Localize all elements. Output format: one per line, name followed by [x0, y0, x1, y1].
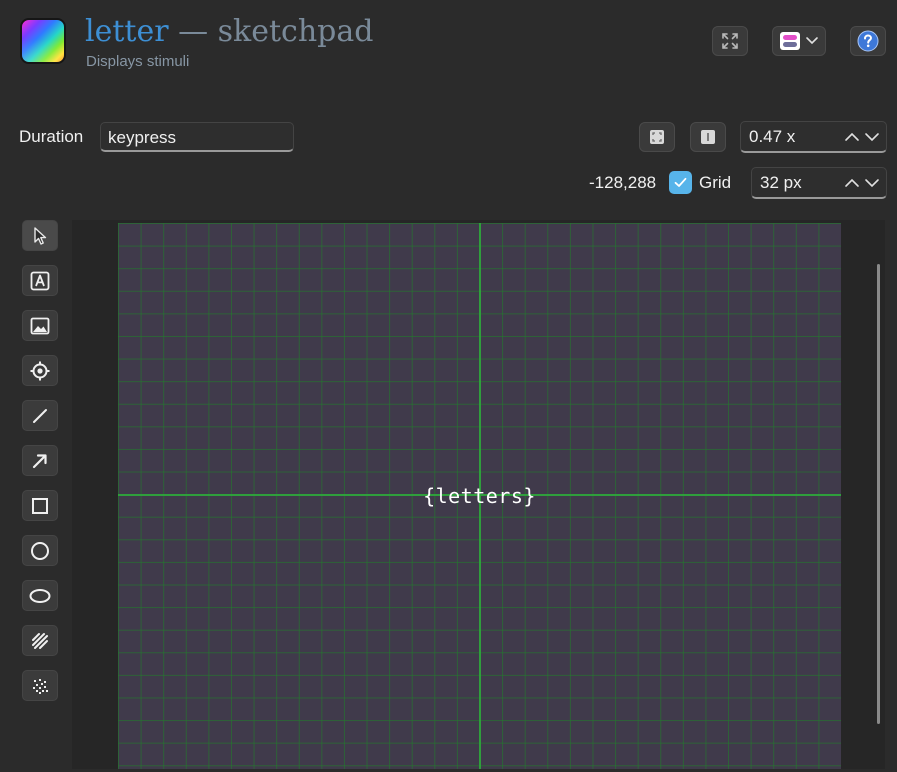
fixation-dot-tool[interactable] — [22, 355, 58, 386]
arrow-icon — [32, 453, 47, 468]
one-to-one-icon — [701, 130, 715, 144]
grid-checkbox[interactable] — [669, 171, 692, 194]
duration-label: Duration — [19, 127, 84, 146]
chevron-up-icon[interactable] — [844, 177, 860, 189]
line-icon — [33, 408, 47, 423]
cursor-coordinates: -128,288 — [589, 173, 657, 192]
checkmark-icon — [674, 177, 687, 187]
text-a-icon — [30, 271, 50, 290]
title-separator: — — [178, 14, 209, 49]
view-toggle-icon — [780, 32, 800, 50]
fit-view-icon — [650, 130, 664, 144]
grid-size-spinbox[interactable]: 32 px — [751, 167, 887, 199]
sketchpad-window: letter — sketchpad Displays stimuli Dura… — [0, 0, 897, 772]
circle-icon — [31, 541, 49, 560]
vertical-scrollbar[interactable] — [877, 264, 880, 724]
grid-size-value[interactable]: 32 px — [752, 173, 844, 193]
arrow-tool[interactable] — [22, 445, 58, 476]
chevron-down-icon[interactable] — [864, 131, 880, 143]
help-button[interactable] — [850, 26, 886, 56]
zoom-spinbox[interactable]: 0.47 x — [740, 121, 887, 153]
rectangle-icon — [32, 497, 48, 514]
image-icon — [30, 317, 50, 334]
item-name[interactable]: letter — [85, 14, 169, 49]
chevron-up-icon[interactable] — [844, 131, 860, 143]
sketchpad-canvas[interactable]: {letters} — [118, 223, 841, 769]
image-tool[interactable] — [22, 310, 58, 341]
noise-patch-tool[interactable] — [22, 670, 58, 701]
gabor-patch-icon — [32, 632, 48, 649]
text-tool[interactable] — [22, 265, 58, 296]
help-icon — [857, 30, 879, 52]
zoom-value[interactable]: 0.47 x — [741, 127, 844, 147]
fixation-dot-icon — [30, 361, 50, 380]
gabor-tool[interactable] — [22, 625, 58, 656]
ellipse-tool[interactable] — [22, 580, 58, 611]
select-tool[interactable] — [22, 220, 58, 251]
expand-icon — [722, 33, 738, 49]
rectangle-tool[interactable] — [22, 490, 58, 521]
noise-patch-icon — [33, 678, 48, 694]
line-tool[interactable] — [22, 400, 58, 431]
reset-zoom-button[interactable] — [690, 122, 726, 152]
sketchpad-app-icon — [20, 18, 66, 64]
ellipse-icon — [29, 588, 51, 603]
cursor-arrow-icon — [34, 226, 47, 245]
item-type: sketchpad — [217, 14, 374, 49]
grid-label[interactable]: Grid — [699, 173, 731, 193]
canvas-text-element[interactable]: {letters} — [118, 484, 841, 508]
zoom-to-fit-button[interactable] — [639, 122, 675, 152]
chevron-down-icon[interactable] — [864, 177, 880, 189]
circle-tool[interactable] — [22, 535, 58, 566]
fullscreen-button[interactable] — [712, 26, 748, 56]
item-description[interactable]: Displays stimuli — [86, 53, 189, 70]
duration-input[interactable] — [100, 122, 294, 152]
chevron-down-icon — [806, 37, 818, 45]
item-title: letter — sketchpad — [85, 12, 373, 52]
sketchpad-canvas-view[interactable]: {letters} — [72, 220, 885, 769]
view-mode-button[interactable] — [772, 26, 826, 56]
